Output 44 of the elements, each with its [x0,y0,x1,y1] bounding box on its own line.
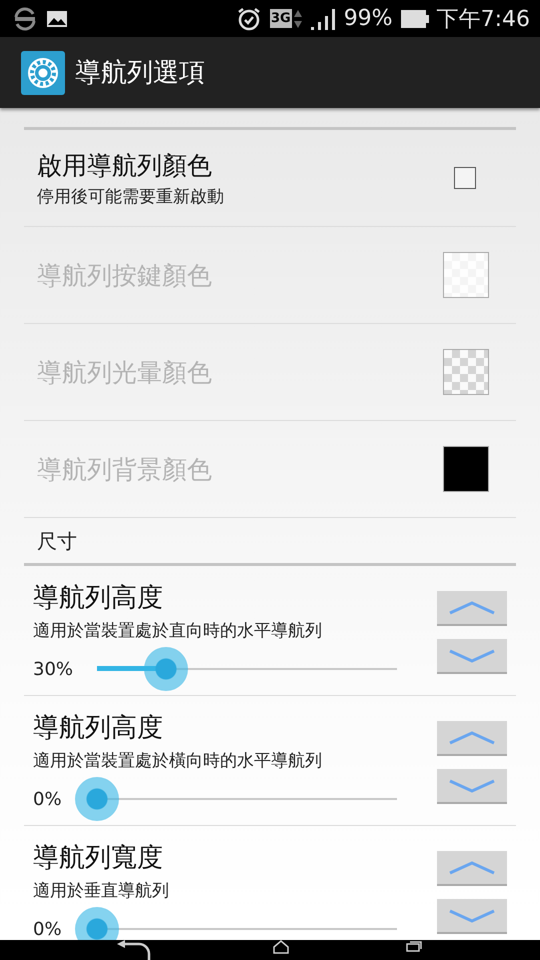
increase-button[interactable] [437,591,507,626]
preference-summary: 適用於垂直導航列 [33,880,170,902]
clock: 下午7:46 [436,6,530,34]
screen-title: 導航列選項 [75,57,205,90]
slider-value: 0% [33,918,63,940]
recent-apps-icon[interactable] [404,940,423,952]
increase-button[interactable] [437,851,507,886]
preference-title: 導航列高度 [33,582,164,615]
decrease-button[interactable] [437,769,507,804]
preference-summary: 適用於當裝置處於直向時的水平導航列 [33,620,323,642]
gear-icon[interactable] [21,50,65,94]
preference-summary: 停用後可能需要重新啟動 [37,186,225,208]
preference-title: 導航列光暈顏色 [37,356,213,388]
slider-value: 30% [33,658,74,680]
checkbox[interactable] [454,167,476,189]
chevron-up-icon [449,600,495,614]
preference-title: 導航列按鍵顏色 [37,260,213,292]
home-icon[interactable] [272,940,290,954]
decrease-button[interactable] [437,639,507,674]
battery-icon [400,10,429,28]
section-header: 尺寸 [36,528,78,555]
chevron-down-icon [449,908,495,922]
decrease-button[interactable] [437,899,507,934]
increase-button[interactable] [437,721,507,756]
slider-thumb[interactable] [75,777,119,821]
slider-value: 0% [33,788,63,810]
network-type-badge: 3G [270,9,292,28]
signal-icon [310,6,336,30]
preference-title: 導航列高度 [33,712,164,745]
sync-icon [12,6,38,32]
alarm-icon [236,6,262,32]
chevron-up-icon [449,730,495,744]
preference-row[interactable]: 啟用導航列顏色 停用後可能需要重新啟動 [24,130,516,227]
battery-percent: 99% [344,6,393,31]
chevron-down-icon [449,648,495,662]
chevron-up-icon [449,860,495,874]
preference-title: 啟用導航列顏色 [37,150,213,182]
preference-title: 導航列背景顏色 [37,454,213,486]
preference-summary: 適用於當裝置處於橫向時的水平導航列 [33,750,323,772]
image-icon [46,10,68,28]
chevron-down-icon [449,778,495,792]
slider-thumb[interactable] [144,647,188,691]
preference-title: 導航列寬度 [33,842,164,875]
slider-thumb[interactable] [75,907,119,940]
